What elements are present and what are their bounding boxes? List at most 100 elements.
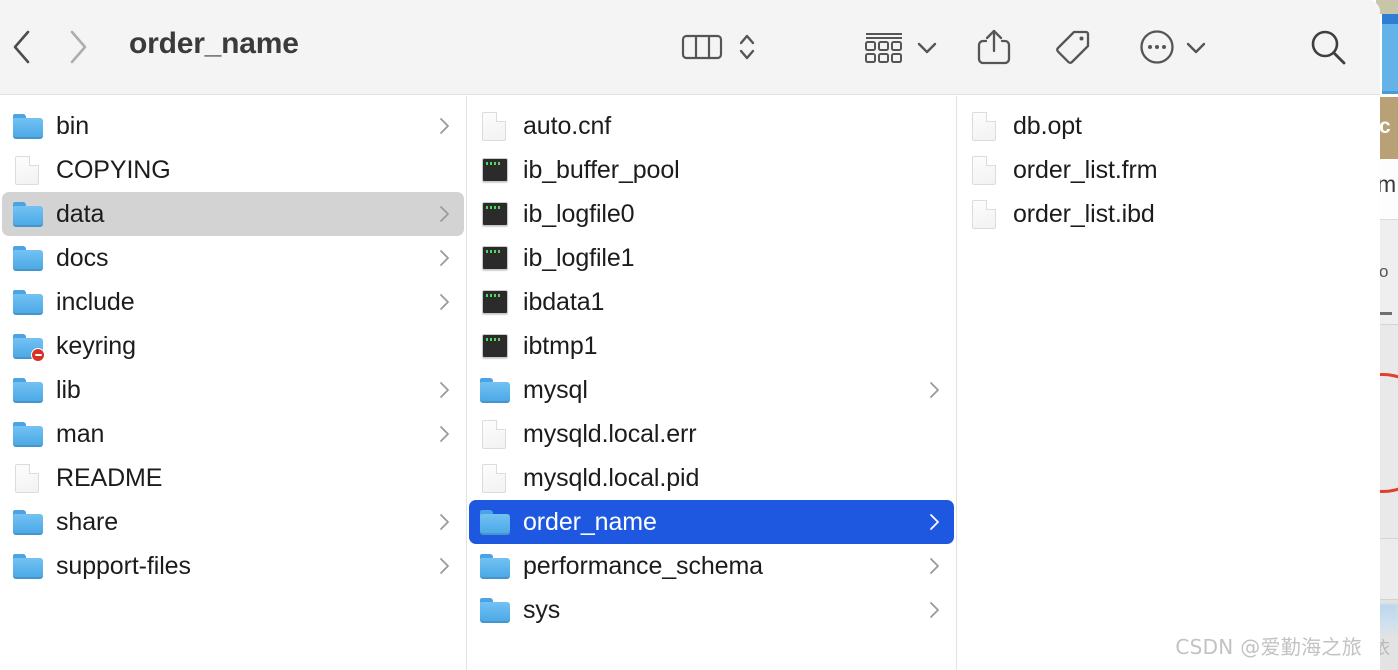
unix-executable-icon (479, 332, 511, 360)
terminal-text-lines (486, 338, 501, 341)
file-row-label: ibdata1 (523, 287, 605, 316)
file-row[interactable]: mysql (469, 368, 954, 412)
file-row-label: support-files (56, 551, 191, 580)
file-row[interactable]: ib_logfile1 (469, 236, 954, 280)
file-row[interactable]: ib_buffer_pool (469, 148, 954, 192)
more-options-button[interactable] (1130, 21, 1184, 73)
document-shape (482, 420, 506, 449)
file-row[interactable]: order_list.ibd (959, 192, 1378, 236)
share-icon (977, 29, 1011, 65)
terminal-shape (482, 334, 508, 358)
no-entry-badge-icon (31, 348, 45, 362)
file-row-label: ib_logfile0 (523, 199, 635, 228)
file-row[interactable]: mysqld.local.err (469, 412, 954, 456)
chevron-up-down-icon (739, 34, 755, 60)
file-row-label: bin (56, 111, 90, 140)
csdn-watermark: CSDN @爱勤海之旅 (1175, 635, 1362, 659)
file-row[interactable]: ibtmp1 (469, 324, 954, 368)
document-icon (479, 464, 511, 493)
document-icon (12, 464, 44, 493)
file-row[interactable]: man (2, 412, 464, 456)
group-options-chevron[interactable] (910, 21, 944, 73)
file-row[interactable]: docs (2, 236, 464, 280)
tags-button[interactable] (1046, 21, 1100, 73)
document-shape (482, 112, 506, 141)
disclosure-chevron-icon (440, 118, 449, 134)
folder-shape (13, 510, 43, 535)
folder-icon (479, 376, 511, 404)
document-shape (972, 200, 996, 229)
column-browser: bin COPYING data docs include keyring lib man RE… (0, 96, 1380, 670)
unix-executable-icon (479, 156, 511, 184)
file-row-label: mysql (523, 375, 588, 404)
document-shape (972, 156, 996, 185)
folder-shape (480, 598, 510, 623)
finder-window: order_name bin COPYING data docs include… (0, 0, 1380, 670)
background-glyph-o: o (1379, 262, 1389, 281)
file-row[interactable]: lib (2, 368, 464, 412)
background-bar-1 (1378, 312, 1392, 315)
terminal-text-lines (486, 294, 501, 297)
file-row[interactable]: mysqld.local.pid (469, 456, 954, 500)
folder-shape (13, 290, 43, 315)
folder-body (13, 514, 43, 535)
folder-body (480, 382, 510, 403)
folder-icon (479, 596, 511, 624)
file-row-label: performance_schema (523, 551, 763, 580)
no-entry-bar (34, 354, 42, 356)
file-row-label: order_list.frm (1013, 155, 1158, 184)
group-items-icon (865, 33, 902, 63)
file-row[interactable]: order_list.frm (959, 148, 1378, 192)
file-column-1[interactable]: bin COPYING data docs include keyring lib man RE… (0, 96, 467, 670)
document-icon (12, 156, 44, 185)
file-row[interactable]: README (2, 456, 464, 500)
view-options-stepper[interactable] (730, 21, 764, 73)
file-row[interactable]: include (2, 280, 464, 324)
folder-icon (479, 552, 511, 580)
unix-executable-icon (479, 288, 511, 316)
file-row[interactable]: support-files (2, 544, 464, 588)
file-row-label: mysqld.local.err (523, 419, 697, 448)
folder-icon (12, 200, 44, 228)
file-row[interactable]: keyring (2, 324, 464, 368)
file-row[interactable]: data (2, 192, 464, 236)
document-icon (969, 112, 1001, 141)
file-row[interactable]: performance_schema (469, 544, 954, 588)
folder-icon (12, 420, 44, 448)
folder-body (480, 558, 510, 579)
folder-body (13, 426, 43, 447)
more-options-chevron[interactable] (1180, 21, 1212, 73)
terminal-shape (482, 290, 508, 314)
back-button[interactable] (0, 22, 44, 72)
terminal-shape (482, 158, 508, 182)
file-row-label: include (56, 287, 135, 316)
file-row[interactable]: auto.cnf (469, 104, 954, 148)
folder-shape (13, 202, 43, 227)
file-row[interactable]: share (2, 500, 464, 544)
group-by-button[interactable] (858, 21, 910, 73)
share-button[interactable] (968, 21, 1020, 73)
file-row-label: keyring (56, 331, 136, 360)
forward-button[interactable] (56, 22, 100, 72)
file-row[interactable]: order_name (469, 500, 954, 544)
column-view-button[interactable] (678, 21, 726, 73)
file-row[interactable]: bin (2, 104, 464, 148)
file-row[interactable]: db.opt (959, 104, 1378, 148)
ellipsis-circle-icon (1140, 30, 1174, 64)
file-column-3[interactable]: db.opt order_list.frm order_list.ibd (957, 96, 1380, 670)
folder-shape (13, 114, 43, 139)
file-row-label: sys (523, 595, 561, 624)
chevron-down-icon (1186, 42, 1206, 54)
file-row-label: README (56, 463, 163, 492)
file-row[interactable]: ib_logfile0 (469, 192, 954, 236)
file-row[interactable]: ibdata1 (469, 280, 954, 324)
document-shape (972, 112, 996, 141)
file-row[interactable]: COPYING (2, 148, 464, 192)
search-button[interactable] (1300, 21, 1356, 73)
chevron-down-icon (917, 42, 937, 54)
file-column-2[interactable]: auto.cnf ib_buffer_pool ib_logfile0 ib_logf… (467, 96, 957, 670)
page-title: order_name (129, 27, 299, 60)
file-row[interactable]: sys (469, 588, 954, 632)
folder-body (13, 118, 43, 139)
folder-body (480, 602, 510, 623)
